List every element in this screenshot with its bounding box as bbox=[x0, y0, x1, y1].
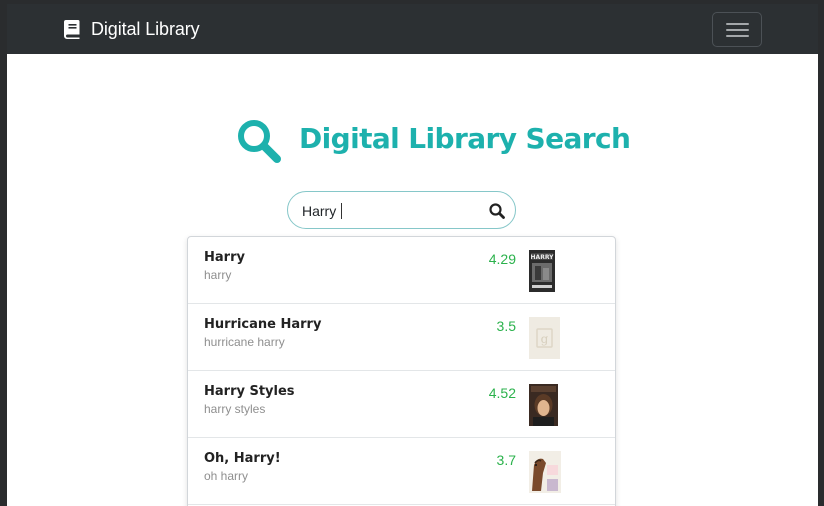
result-rating: 3.7 bbox=[496, 452, 516, 468]
result-rating: 4.52 bbox=[488, 385, 516, 401]
search-bar bbox=[287, 191, 516, 229]
book-icon bbox=[64, 19, 80, 39]
result-subtitle: oh harry bbox=[204, 469, 249, 483]
app-window: Digital Library Digital Library Search H… bbox=[7, 4, 818, 506]
search-icon[interactable] bbox=[488, 202, 506, 220]
menu-toggle-button[interactable] bbox=[712, 12, 762, 47]
result-subtitle: harry bbox=[204, 268, 232, 282]
search-icon bbox=[238, 120, 281, 163]
svg-text:HARRY: HARRY bbox=[531, 254, 555, 261]
result-rating: 3.5 bbox=[496, 318, 516, 334]
text-caret bbox=[341, 203, 342, 219]
brand-link[interactable]: Digital Library bbox=[64, 16, 200, 42]
book-cover-image: HARRY bbox=[529, 250, 555, 292]
result-title: Hurricane Harry bbox=[204, 317, 322, 332]
navbar: Digital Library bbox=[7, 4, 818, 54]
result-subtitle: hurricane harry bbox=[204, 335, 285, 349]
result-item[interactable]: Oh, Harry! oh harry 3.7 bbox=[188, 438, 615, 505]
search-results-dropdown: Harry harry 4.29 HARRY Hurricane Harry h… bbox=[187, 236, 616, 506]
page-title: Digital Library Search bbox=[299, 122, 631, 155]
result-title: Harry bbox=[204, 250, 245, 265]
placeholder-cover-image: g bbox=[529, 317, 560, 359]
search-input[interactable] bbox=[302, 200, 482, 222]
result-rating: 4.29 bbox=[488, 251, 516, 267]
result-item[interactable]: Harry Styles harry styles 4.52 bbox=[188, 371, 615, 438]
svg-text:g: g bbox=[541, 332, 549, 346]
hero-header: Digital Library Search bbox=[7, 116, 818, 166]
result-item[interactable]: Harry harry 4.29 HARRY bbox=[188, 237, 615, 304]
brand-text: Digital Library bbox=[91, 18, 200, 39]
result-item[interactable]: Hurricane Harry hurricane harry 3.5 g bbox=[188, 304, 615, 371]
result-title: Harry Styles bbox=[204, 384, 295, 399]
result-subtitle: harry styles bbox=[204, 402, 266, 416]
result-title: Oh, Harry! bbox=[204, 451, 281, 466]
book-cover-image bbox=[529, 451, 561, 493]
book-cover-image bbox=[529, 384, 558, 426]
